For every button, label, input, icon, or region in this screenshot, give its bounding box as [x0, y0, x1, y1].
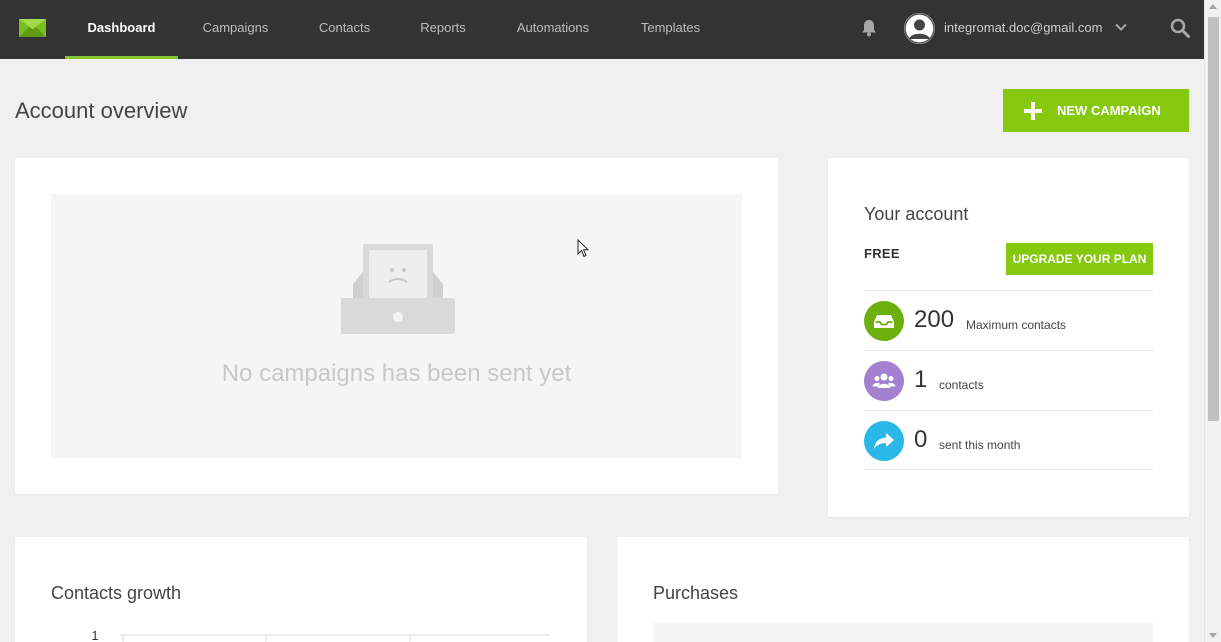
stat-row-contacts: 1 contacts: [864, 350, 1153, 410]
nav-tab-contacts[interactable]: Contacts: [305, 0, 384, 59]
account-card: Your account FREE UPGRADE YOUR PLAN 200 …: [828, 158, 1189, 517]
stat-label-contacts: contacts: [939, 378, 984, 392]
nav-tab-reports[interactable]: Reports: [407, 0, 479, 59]
nav-tab-dashboard[interactable]: Dashboard: [65, 0, 178, 59]
contacts-growth-chart: 1: [91, 628, 550, 642]
user-email[interactable]: integromat.doc@gmail.com: [944, 0, 1102, 56]
scroll-thumb[interactable]: [1208, 17, 1219, 421]
purchases-card: Purchases: [617, 537, 1189, 642]
purchases-chart-area: [653, 623, 1153, 642]
account-title: Your account: [864, 204, 969, 224]
nav-tab-campaigns[interactable]: Campaigns: [188, 0, 283, 59]
y-tick-label: 1: [91, 628, 98, 642]
empty-state-message: No campaigns has been sent yet: [221, 360, 572, 387]
scroll-down-arrow-icon[interactable]: [1209, 633, 1217, 638]
page-scrollbar[interactable]: [1204, 0, 1221, 642]
stat-icon-circle: [864, 301, 904, 341]
plan-name: FREE: [864, 246, 900, 261]
plus-icon: [1024, 101, 1042, 120]
stat-label-sent: sent this month: [939, 438, 1021, 452]
campaigns-empty-state: No campaigns has been sent yet: [51, 194, 742, 458]
avatar-icon: [904, 13, 935, 44]
inbox-icon: [874, 315, 894, 328]
scroll-up-arrow-icon[interactable]: [1209, 4, 1217, 9]
stat-value-max-contacts: 200: [914, 306, 955, 333]
mouse-cursor-icon: [577, 239, 589, 258]
nav-tab-templates[interactable]: Templates: [627, 0, 714, 59]
contacts-growth-title: Contacts growth: [51, 583, 182, 603]
empty-inbox-sad-icon: [341, 244, 455, 334]
stat-value-contacts: 1: [914, 366, 928, 393]
contacts-growth-card: Contacts growth 1: [15, 537, 587, 642]
stat-label-max-contacts: Maximum contacts: [966, 318, 1067, 332]
top-navigation-bar: Dashboard Campaigns Contacts Reports Aut…: [0, 0, 1204, 59]
upgrade-plan-button[interactable]: UPGRADE YOUR PLAN: [1006, 243, 1153, 275]
share-arrow-icon: [874, 433, 894, 449]
campaigns-card: No campaigns has been sent yet: [15, 158, 778, 494]
purchases-title: Purchases: [653, 583, 739, 603]
page-title: Account overview: [15, 98, 188, 123]
stat-icon-circle: [864, 421, 904, 461]
users-icon: [872, 373, 896, 388]
search-icon[interactable]: [1170, 18, 1190, 38]
stat-row-max-contacts: 200 Maximum contacts: [864, 290, 1153, 350]
avatar[interactable]: [904, 13, 935, 44]
new-campaign-label: NEW CAMPAIGN: [1057, 103, 1161, 118]
bell-icon[interactable]: [861, 19, 877, 37]
stat-icon-circle: [864, 361, 904, 401]
chevron-down-icon[interactable]: [1115, 21, 1127, 33]
stat-value-sent: 0: [914, 426, 928, 453]
nav-tab-automations[interactable]: Automations: [503, 0, 603, 59]
new-campaign-button[interactable]: NEW CAMPAIGN: [1003, 89, 1189, 132]
envelope-logo-icon[interactable]: [19, 19, 46, 37]
stat-row-sent: 0 sent this month: [864, 410, 1153, 470]
